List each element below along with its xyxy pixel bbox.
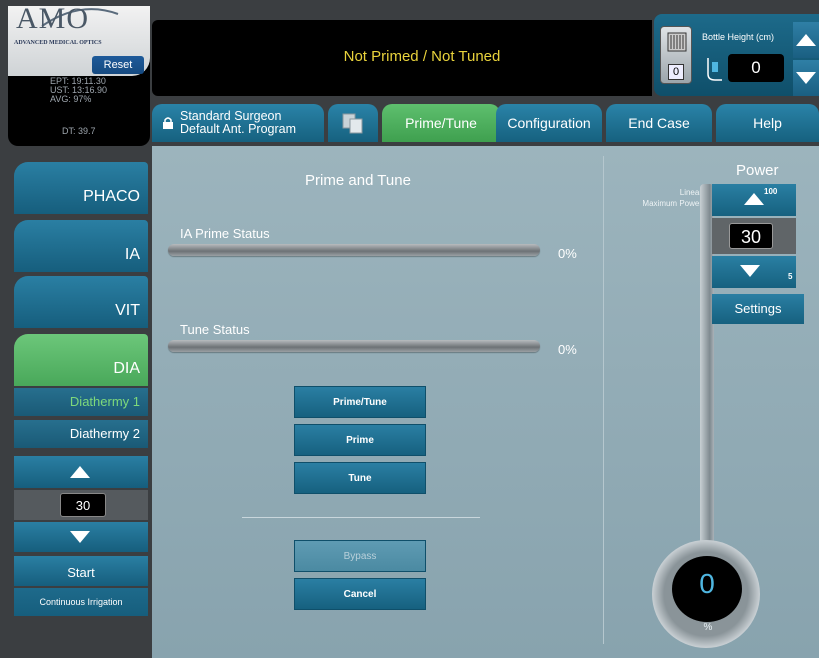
tune-status-label: Tune Status [180, 322, 250, 337]
program-name: Standard Surgeon Default Ant. Program [180, 110, 296, 136]
power-value: 30 [729, 223, 773, 249]
power-mode-linear: Linear [679, 188, 702, 197]
avg-readout: AVG: 97% [50, 94, 92, 104]
ia-prime-percent: 0% [558, 246, 577, 261]
power-up-button[interactable] [712, 184, 796, 216]
sidebar-item-diathermy-1[interactable]: Diathermy 1 [14, 388, 148, 416]
bottle-height-label: Bottle Height (cm) [702, 32, 775, 42]
sidebar-item-vit[interactable]: VIT [14, 276, 148, 328]
tune-percent: 0% [558, 342, 577, 357]
value-down-button[interactable] [14, 522, 148, 552]
cancel-button[interactable]: Cancel [294, 578, 426, 610]
ia-prime-progress-bar [168, 244, 540, 256]
bottle-grid-icon [667, 32, 687, 52]
start-button[interactable]: Start [14, 556, 148, 586]
sidebar-item-phaco[interactable]: PHACO [14, 162, 148, 214]
bottle-up-button[interactable] [793, 22, 819, 58]
bottle-level-indicator: 0 [668, 64, 684, 80]
diathermy-value: 30 [60, 493, 106, 517]
arrow-down-icon [740, 265, 760, 277]
divider [242, 517, 480, 518]
arrow-up-icon [796, 34, 816, 46]
power-min-value: 5 [788, 272, 793, 281]
tune-button[interactable]: Tune [294, 462, 426, 494]
tab-copy[interactable] [328, 104, 378, 142]
bypass-button[interactable]: Bypass [294, 540, 426, 572]
dt-readout: DT: 39.7 [62, 126, 96, 136]
page-title: Prime and Tune [305, 172, 411, 189]
logo-subtitle: ADVANCED MEDICAL OPTICS [14, 40, 102, 46]
bottle-down-button[interactable] [793, 60, 819, 96]
settings-button[interactable]: Settings [712, 294, 804, 324]
bottle-height-value: 0 [728, 54, 784, 82]
arrow-down-icon [796, 72, 816, 84]
prime-button[interactable]: Prime [294, 424, 426, 456]
power-gauge-unit: % [703, 622, 713, 633]
power-mode-max: Maximum Power [642, 199, 702, 208]
lock-icon [163, 117, 173, 129]
tune-progress-bar [168, 340, 540, 352]
reset-button[interactable]: Reset [92, 56, 144, 74]
tab-program[interactable]: Standard Surgeon Default Ant. Program [152, 104, 324, 142]
power-down-button[interactable] [712, 256, 796, 288]
logo: AMO [16, 2, 90, 35]
value-up-button[interactable] [14, 456, 148, 488]
copy-icon [342, 113, 363, 134]
sidebar-item-dia[interactable]: DIA [14, 334, 148, 386]
continuous-irrigation-button[interactable]: Continuous Irrigation [14, 588, 148, 616]
status-message: Not Primed / Not Tuned [343, 48, 501, 65]
sidebar-item-ia[interactable]: IA [14, 220, 148, 272]
prime-tune-button[interactable]: Prime/Tune [294, 386, 426, 418]
power-mode-label: Linear Maximum Power [620, 187, 702, 209]
program-title: Default Ant. Program [180, 122, 297, 136]
arrow-down-icon [70, 531, 90, 543]
tab-prime-tune[interactable]: Prime/Tune [382, 104, 500, 142]
tab-configuration[interactable]: Configuration [496, 104, 602, 142]
power-gauge-value: 0 [699, 568, 715, 599]
tab-help[interactable]: Help [716, 104, 819, 142]
iv-bottle-icon [707, 58, 722, 81]
power-title: Power [736, 162, 779, 179]
arrow-up-icon [744, 193, 764, 205]
sidebar-item-diathermy-2[interactable]: Diathermy 2 [14, 420, 148, 448]
panel-divider [603, 156, 604, 644]
tab-end-case[interactable]: End Case [606, 104, 712, 142]
arrow-up-icon [70, 466, 90, 478]
power-max-value: 100 [764, 187, 778, 196]
ia-prime-status-label: IA Prime Status [180, 226, 270, 241]
